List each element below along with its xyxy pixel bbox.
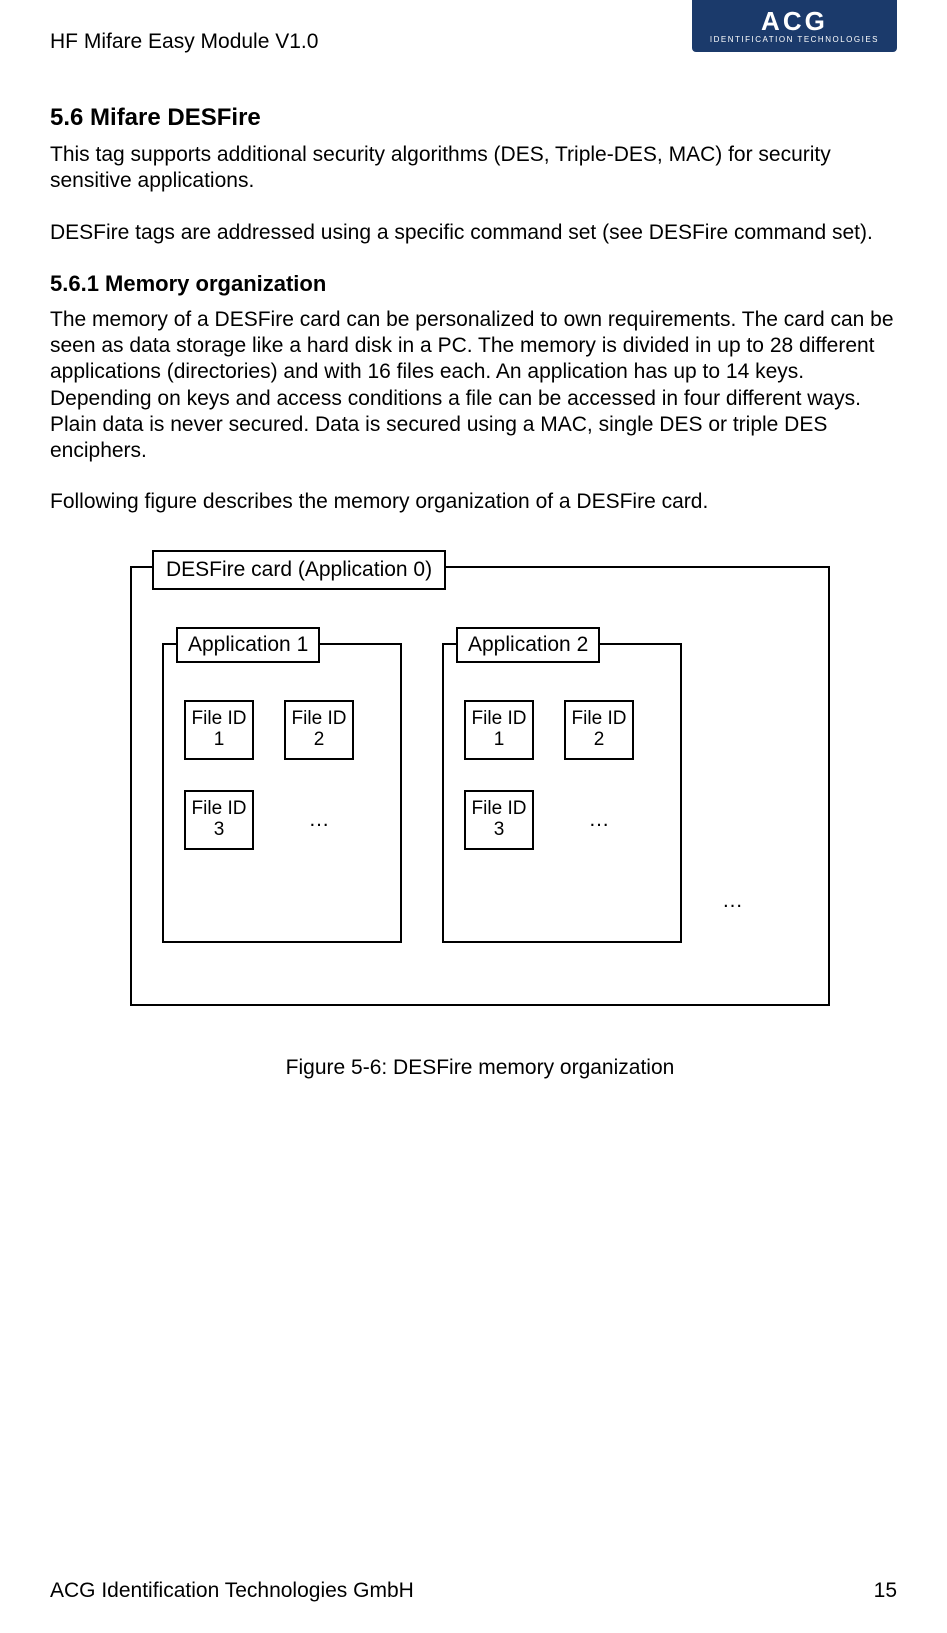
figure: DESFire card (Application 0) Application… bbox=[130, 566, 897, 1006]
file-box: File ID 2 bbox=[564, 700, 634, 760]
page-number: 15 bbox=[874, 1579, 897, 1603]
paragraph: DESFire tags are addressed using a speci… bbox=[50, 220, 897, 246]
application-box: Application 2 File ID 1 File ID 2 File I… bbox=[442, 643, 682, 943]
file-box: File ID 3 bbox=[464, 790, 534, 850]
file-box: File ID 1 bbox=[184, 700, 254, 760]
document-title: HF Mifare Easy Module V1.0 bbox=[50, 30, 318, 54]
page-footer: ACG Identification Technologies GmbH 15 bbox=[50, 1579, 897, 1603]
application-box: Application 1 File ID 1 File ID 2 File I… bbox=[162, 643, 402, 943]
logo-text: ACG bbox=[710, 6, 879, 37]
page-header: HF Mifare Easy Module V1.0 ACG IDENTIFIC… bbox=[50, 30, 897, 54]
ellipsis: … bbox=[284, 790, 354, 850]
applications-row: Application 1 File ID 1 File ID 2 File I… bbox=[162, 643, 743, 943]
page: HF Mifare Easy Module V1.0 ACG IDENTIFIC… bbox=[0, 0, 947, 1633]
files-grid: File ID 1 File ID 2 File ID 3 … bbox=[464, 700, 664, 850]
logo-tagline: IDENTIFICATION TECHNOLOGIES bbox=[710, 35, 879, 44]
figure-caption: Figure 5-6: DESFire memory organization bbox=[130, 1056, 830, 1080]
ellipsis: … bbox=[564, 790, 634, 850]
paragraph: This tag supports additional security al… bbox=[50, 142, 897, 195]
paragraph: The memory of a DESFire card can be pers… bbox=[50, 307, 897, 465]
application-label: Application 2 bbox=[456, 627, 600, 663]
card-label: DESFire card (Application 0) bbox=[152, 550, 446, 590]
paragraph: Following figure describes the memory or… bbox=[50, 489, 897, 515]
files-grid: File ID 1 File ID 2 File ID 3 … bbox=[184, 700, 384, 850]
application-label: Application 1 bbox=[176, 627, 320, 663]
ellipsis: … bbox=[722, 889, 743, 943]
desfire-card-box: DESFire card (Application 0) Application… bbox=[130, 566, 830, 1006]
file-box: File ID 1 bbox=[464, 700, 534, 760]
logo-badge: ACG IDENTIFICATION TECHNOLOGIES bbox=[692, 0, 897, 52]
section-heading: 5.6 Mifare DESFire bbox=[50, 104, 897, 132]
footer-company: ACG Identification Technologies GmbH bbox=[50, 1579, 414, 1603]
subsection-heading: 5.6.1 Memory organization bbox=[50, 271, 897, 297]
file-box: File ID 3 bbox=[184, 790, 254, 850]
file-box: File ID 2 bbox=[284, 700, 354, 760]
